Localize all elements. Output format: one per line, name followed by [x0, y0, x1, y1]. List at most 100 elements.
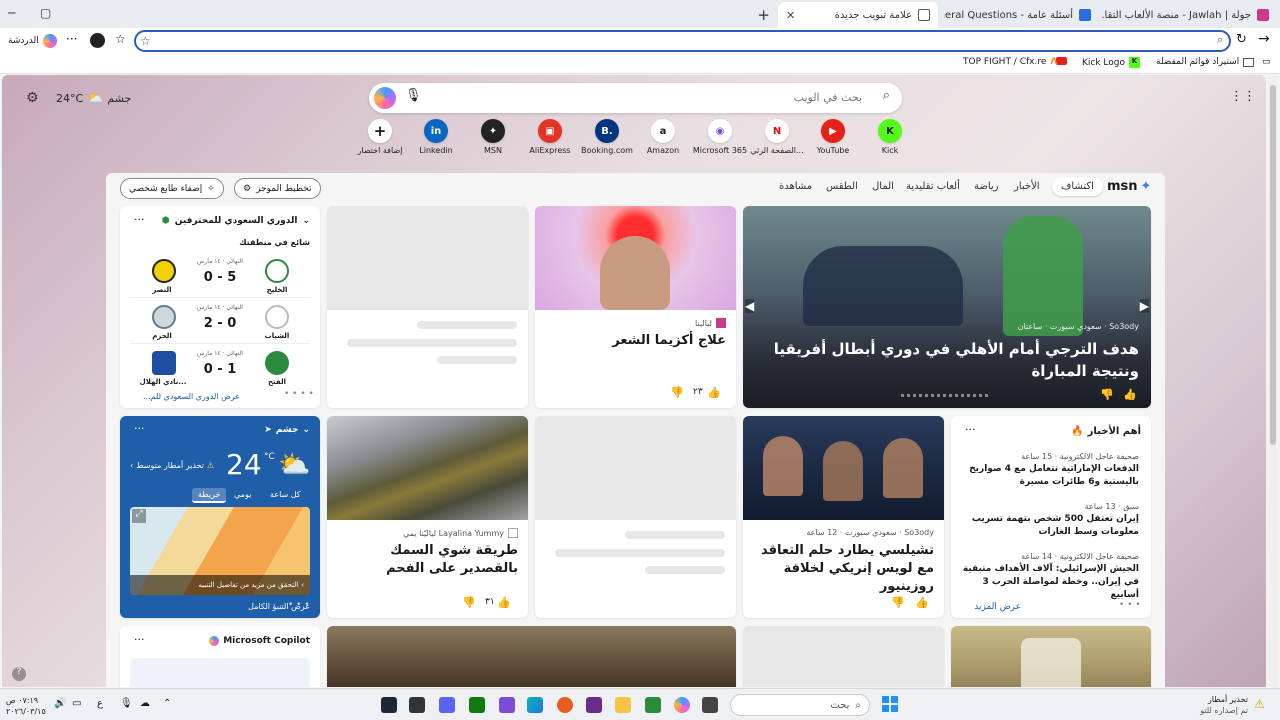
tab-money[interactable]: المال: [872, 181, 894, 192]
address-bar[interactable]: ☆ ⌕: [134, 30, 1231, 52]
tab-weather[interactable]: الطقس: [826, 181, 858, 192]
article-card[interactable]: So3ody · سعودي سبورت · 12 ساعة تشيلسي يط…: [743, 416, 944, 618]
quicklink-m365[interactable]: ◉ Microsoft 365: [690, 119, 750, 155]
chevron-down-icon[interactable]: ⌄: [302, 425, 310, 435]
microphone-icon[interactable]: 🎙: [405, 88, 422, 103]
more-icon[interactable]: ···: [965, 423, 976, 436]
avatar[interactable]: [90, 33, 105, 48]
match-row[interactable]: الحزم الشباب النهائي · ١٤ مارس 2 - 0: [130, 302, 310, 344]
article-card[interactable]: ليالينا علاج أكزيما الشعر 👎 ٢٣ 👍: [535, 206, 736, 408]
news-item[interactable]: سبق · 13 ساعة إيران تعتقل 500 شخص بتهمة …: [959, 502, 1139, 539]
news-item[interactable]: صحيفة عاجل الالكترونية · 14 ساعة الجيش ا…: [959, 552, 1139, 602]
steam-icon[interactable]: [381, 697, 397, 713]
taskbar-search[interactable]: بحث ⌕: [730, 694, 870, 716]
weather-map[interactable]: ⤢ التحقق من مزيد من تفاصيل التنبيه ‹: [130, 507, 310, 595]
tab-watch[interactable]: مشاهدة: [779, 181, 812, 192]
discord-icon[interactable]: [439, 697, 455, 713]
bookmarks-menu-icon[interactable]: ▭: [1262, 57, 1271, 67]
add-shortcut-button[interactable]: + إضافة اختصار: [350, 119, 410, 155]
microphone-icon[interactable]: 🎙: [120, 698, 133, 709]
thumbs-down-icon[interactable]: 👎: [1100, 388, 1114, 401]
apps-grid-icon[interactable]: ⋮⋮: [1230, 89, 1256, 104]
thumbs-down-icon[interactable]: 👎: [462, 596, 476, 609]
copilot-icon[interactable]: [674, 697, 690, 713]
see-league-link[interactable]: عرض الدوري السعودي للم...: [143, 392, 240, 401]
maximize-button[interactable]: ▢: [40, 6, 51, 20]
carousel-prev-icon[interactable]: ◀: [745, 299, 755, 313]
copilot-icon[interactable]: [374, 87, 396, 109]
bookmark-topfight[interactable]: Λ TOP FIGHT / Cfx.re: [963, 57, 1057, 67]
see-more-link[interactable]: عرض المزيد: [974, 602, 1021, 612]
tab-games[interactable]: ألعاب تقليدية: [906, 181, 960, 192]
thumbs-up-icon[interactable]: 👍: [1123, 388, 1137, 401]
match-row[interactable]: النصر الخليج النهائي · ١٤ مارس 0 - 5: [130, 256, 310, 298]
quicklink-kick[interactable]: K Kick: [860, 119, 920, 155]
article-card[interactable]: [327, 626, 736, 687]
bookmark-import[interactable]: استيراد قوائم المفضلة: [1156, 57, 1255, 67]
thumbs-down-icon[interactable]: 👎: [891, 596, 905, 609]
msn-logo[interactable]: msn ✦: [1107, 179, 1151, 194]
new-tab-button[interactable]: +: [756, 4, 770, 26]
network-icon[interactable]: ☁: [140, 698, 150, 709]
more-icon[interactable]: ···: [134, 213, 145, 226]
weather-alert-taskbar[interactable]: تحذير أمطار تم إصداره للتو: [1200, 694, 1248, 716]
language-indicator[interactable]: ع: [97, 698, 103, 709]
minimize-button[interactable]: ─: [8, 6, 15, 20]
quicklink-netflix[interactable]: N الصفحة الرئي...: [747, 119, 807, 155]
bookmark-youtube[interactable]: [1056, 57, 1067, 65]
refresh-icon[interactable]: ↻: [1236, 32, 1247, 47]
app-icon[interactable]: [499, 697, 515, 713]
tab-jawlah[interactable]: جولة | Jawlah - منصة الألعاب التقا... ✕: [1102, 4, 1277, 26]
app-icon[interactable]: [586, 697, 602, 713]
chevron-down-icon[interactable]: ⌄: [302, 216, 310, 226]
tab-hourly[interactable]: كل ساعة: [270, 490, 301, 499]
more-icon[interactable]: ···: [134, 633, 145, 646]
clock[interactable]: ٠٧:١٩ ص ٢٠٢٦/٠٣/١٥: [6, 695, 46, 717]
hero-card[interactable]: ◀ ▶ So3ody · سعودي سبورت · ساعتان هدف ال…: [743, 206, 1151, 408]
browser-icon[interactable]: [557, 697, 573, 713]
favorite-star-icon[interactable]: ☆: [140, 34, 151, 48]
folder-icon[interactable]: [615, 697, 631, 713]
quicklink-aliexpress[interactable]: ▣ AliExpress: [520, 119, 580, 155]
tab-discover[interactable]: اكتشاف: [1052, 177, 1103, 196]
pagination-dots[interactable]: • • • •: [284, 389, 314, 399]
personalize-button[interactable]: إضفاء طابع شخصي ✧: [120, 178, 224, 199]
weather-widget[interactable]: 24°C ⛅ جشم: [56, 91, 131, 106]
tab-daily[interactable]: يومي: [234, 490, 251, 499]
hero-title[interactable]: هدف الترجي أمام الأهلي في دوري أبطال أفر…: [759, 338, 1139, 382]
favorites-icon[interactable]: ☆: [115, 32, 126, 46]
app-icon[interactable]: [645, 697, 661, 713]
quicklink-msn[interactable]: ✦ MSN: [463, 119, 523, 155]
scrollbar[interactable]: [1268, 75, 1278, 687]
quicklink-booking[interactable]: B. Booking.com: [577, 119, 637, 155]
news-item[interactable]: صحيفة عاجل الالكترونية · 15 ساعة الدفعات…: [959, 452, 1139, 489]
tab-sports[interactable]: رياضة: [974, 181, 999, 192]
windows-start-icon[interactable]: [882, 696, 898, 712]
thumbs-down-icon[interactable]: 👎: [670, 386, 684, 399]
pagination-dots[interactable]: • • •: [288, 600, 310, 610]
layout-button[interactable]: ⚙ تخطيط الموجز: [234, 178, 321, 199]
thumbs-up-icon[interactable]: 👍: [915, 596, 929, 609]
tab-new-tab[interactable]: علامة تبويب جديدة ✕: [778, 2, 938, 28]
quicklink-amazon[interactable]: a Amazon: [633, 119, 693, 155]
alert-details-link[interactable]: التحقق من مزيد من تفاصيل التنبيه ‹: [130, 575, 310, 595]
quicklink-youtube[interactable]: ▶ YouTube: [803, 119, 863, 155]
terminal-icon[interactable]: [702, 697, 718, 713]
close-tab-icon[interactable]: ✕: [786, 9, 795, 22]
volume-icon[interactable]: 🔊: [54, 698, 66, 709]
pagination-dots[interactable]: • • •: [1119, 600, 1141, 610]
gear-icon[interactable]: ⚙: [26, 90, 39, 106]
article-card[interactable]: [951, 626, 1151, 687]
web-search-box[interactable]: 🎙 بحث في الويب ⌕: [369, 83, 902, 113]
tab-map[interactable]: خريطة: [192, 488, 227, 503]
search-input[interactable]: بحث في الويب: [794, 91, 862, 104]
xbox-icon[interactable]: [469, 697, 485, 713]
thumbs-up-icon[interactable]: 👍: [497, 596, 511, 609]
carousel-next-icon[interactable]: ▶: [1139, 299, 1149, 313]
help-icon[interactable]: ?: [12, 667, 26, 681]
game-icon[interactable]: [409, 697, 425, 713]
display-icon[interactable]: ▭: [72, 698, 81, 709]
expand-icon[interactable]: ⤢: [132, 509, 146, 523]
more-icon[interactable]: ···: [66, 32, 77, 46]
thumbs-up-icon[interactable]: 👍: [707, 386, 721, 399]
